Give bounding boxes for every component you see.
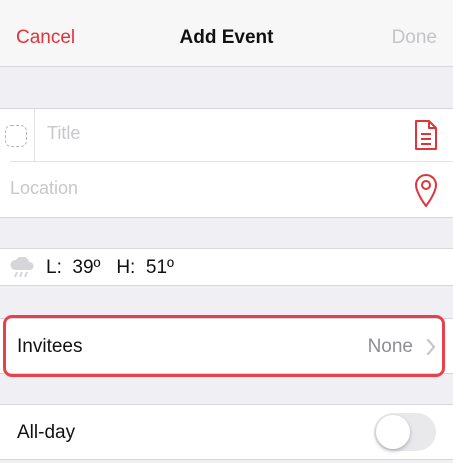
all-day-toggle[interactable] <box>374 413 436 451</box>
title-row[interactable]: Title <box>0 109 453 161</box>
location-row[interactable]: Location <box>0 162 453 219</box>
page-title: Add Event <box>179 27 274 48</box>
add-event-screen: Cancel Add Event Done Title Location L: … <box>0 0 453 463</box>
notes-icon[interactable] <box>413 119 439 151</box>
all-day-row: All-day <box>0 404 453 460</box>
checkbox-icon[interactable] <box>5 125 27 147</box>
all-day-label: All-day <box>17 422 76 443</box>
divider <box>34 109 35 161</box>
done-button[interactable]: Done <box>392 27 437 49</box>
weather-row: L: 39º H: 51º <box>0 248 453 286</box>
title-location-group: Title Location <box>0 108 453 218</box>
invitees-highlight-frame <box>3 315 445 377</box>
navigation-bar: Cancel Add Event Done <box>0 0 453 67</box>
rain-cloud-icon <box>10 257 34 278</box>
location-pin-icon[interactable] <box>413 172 439 208</box>
title-field[interactable]: Title <box>47 123 80 144</box>
location-field[interactable]: Location <box>10 178 78 199</box>
weather-forecast: L: 39º H: 51º <box>46 257 174 278</box>
toggle-knob <box>376 415 410 449</box>
